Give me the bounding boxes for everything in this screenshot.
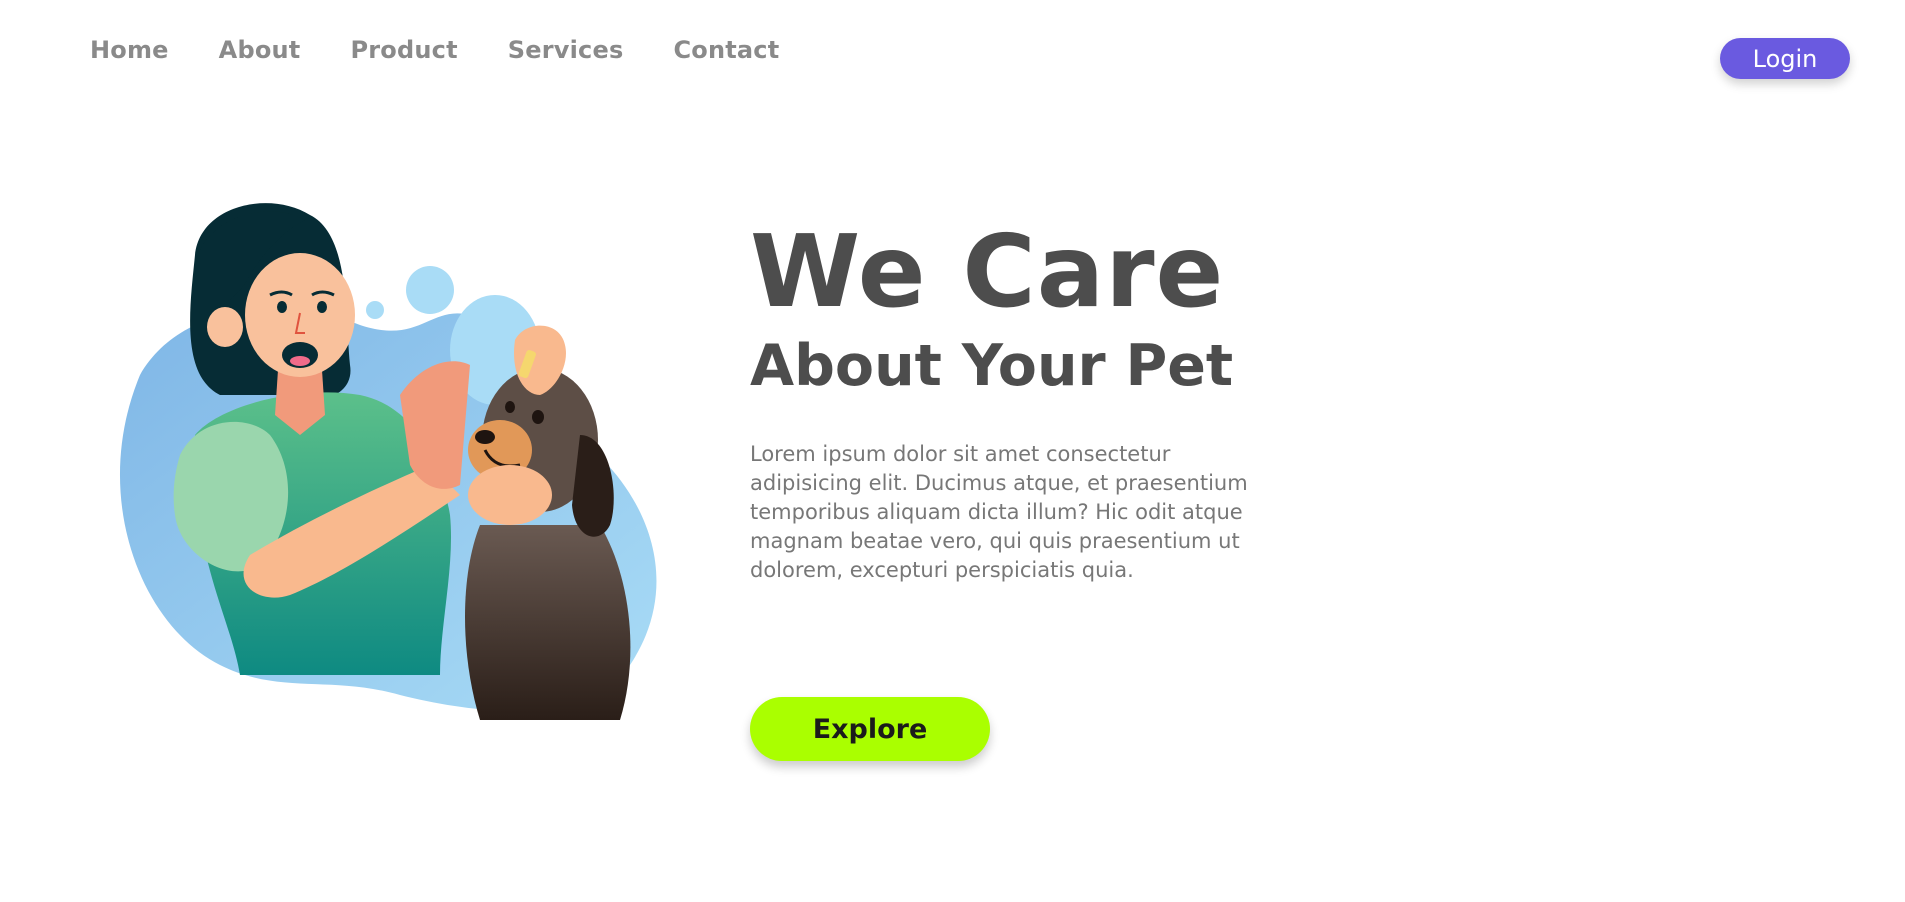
- landing-page: Home About Product Services Contact Logi…: [0, 0, 1905, 902]
- nav-about[interactable]: About: [219, 36, 301, 64]
- nav-services[interactable]: Services: [508, 36, 624, 64]
- hero-title: We Care: [750, 213, 1225, 330]
- hero-description: Lorem ipsum dolor sit amet consectetur a…: [750, 442, 1248, 582]
- nav-contact[interactable]: Contact: [673, 36, 779, 64]
- explore-button[interactable]: Explore: [750, 697, 990, 761]
- nav-product[interactable]: Product: [350, 36, 457, 64]
- nav-home[interactable]: Home: [90, 36, 169, 64]
- login-button[interactable]: Login: [1720, 38, 1850, 79]
- hero-subtitle: About Your Pet: [750, 333, 1234, 399]
- woman-with-dog-illustration: [119, 203, 657, 720]
- hero-illustration: [100, 195, 700, 725]
- main-nav: Home About Product Services Contact: [90, 36, 829, 64]
